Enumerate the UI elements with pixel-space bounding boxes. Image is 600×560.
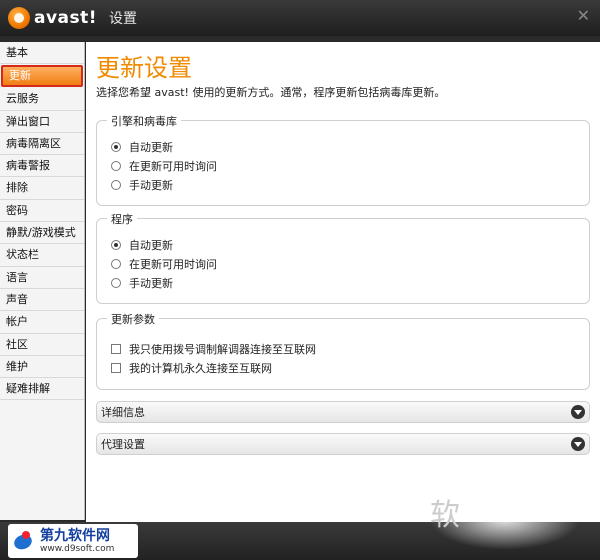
window-title: 设置 [109, 11, 138, 27]
sidebar-item-troubleshoot[interactable]: 疑难排解 [0, 378, 84, 401]
group-title: 更新参数 [107, 311, 159, 327]
option-label: 手动更新 [129, 179, 173, 192]
logo-text: avast! [34, 8, 98, 28]
watermark-text: 第九软件网 www.d9soft.com [40, 528, 114, 555]
sidebar-item-cloud[interactable]: 云服务 [0, 88, 84, 111]
sidebar: 基本 更新 云服务 弹出窗口 病毒隔离区 病毒警报 排除 密码 静默/游戏模式 … [0, 42, 85, 520]
option-label: 在更新可用时询问 [129, 160, 217, 173]
sidebar-item-silent-mode[interactable]: 静默/游戏模式 [0, 222, 84, 245]
chevron-down-icon [571, 405, 585, 419]
details-label: 详细信息 [101, 406, 145, 419]
avast-ball-icon [8, 7, 30, 29]
avast-logo: avast! [8, 7, 97, 29]
radio-icon [111, 161, 121, 171]
group-title: 程序 [107, 211, 137, 227]
watermark-overlay: 软 [430, 490, 580, 550]
program-ask-update-radio[interactable]: 在更新可用时询问 [111, 256, 217, 272]
close-icon[interactable]: ✕ [577, 6, 590, 25]
option-label: 我的计算机永久连接至互联网 [129, 362, 272, 375]
sidebar-item-alerts[interactable]: 病毒警报 [0, 155, 84, 178]
option-label: 在更新可用时询问 [129, 258, 217, 271]
sidebar-item-maintenance[interactable]: 维护 [0, 356, 84, 379]
title-bar: avast! 设置 ✕ [0, 0, 600, 36]
program-auto-update-radio[interactable]: 自动更新 [111, 237, 173, 253]
permanent-connection-checkbox[interactable]: 我的计算机永久连接至互联网 [111, 360, 272, 376]
engine-auto-update-radio[interactable]: 自动更新 [111, 139, 173, 155]
sidebar-item-sound[interactable]: 声音 [0, 289, 84, 312]
site-logo-icon [12, 529, 36, 553]
sidebar-item-password[interactable]: 密码 [0, 200, 84, 223]
sidebar-item-statusbar[interactable]: 状态栏 [0, 244, 84, 267]
radio-icon [111, 180, 121, 190]
radio-icon [111, 278, 121, 288]
page-description: 选择您希望 avast! 使用的更新方式。通常，程序更新包括病毒库更新。 [96, 86, 446, 99]
option-label: 自动更新 [129, 239, 173, 252]
sidebar-item-popups[interactable]: 弹出窗口 [0, 111, 84, 133]
site-watermark: 第九软件网 www.d9soft.com [8, 524, 138, 558]
radio-icon [111, 240, 121, 250]
program-update-group: 程序 自动更新 在更新可用时询问 手动更新 [96, 211, 590, 304]
dialup-checkbox[interactable]: 我只使用拨号调制解调器连接至互联网 [111, 341, 316, 357]
update-params-group: 更新参数 我只使用拨号调制解调器连接至互联网 我的计算机永久连接至互联网 [96, 311, 590, 390]
page-title: 更新设置 [96, 54, 192, 82]
engine-ask-update-radio[interactable]: 在更新可用时询问 [111, 158, 217, 174]
sidebar-item-update[interactable]: 更新 [1, 65, 83, 88]
chevron-down-icon [571, 437, 585, 451]
watermark-name: 第九软件网 [40, 527, 110, 544]
main-panel: 更新设置 选择您希望 avast! 使用的更新方式。通常，程序更新包括病毒库更新… [86, 42, 600, 522]
sidebar-item-quarantine[interactable]: 病毒隔离区 [0, 133, 84, 156]
sidebar-item-exclusions[interactable]: 排除 [0, 177, 84, 200]
radio-icon [111, 142, 121, 152]
sidebar-item-basic[interactable]: 基本 [0, 42, 84, 65]
engine-update-group: 引擎和病毒库 自动更新 在更新可用时询问 手动更新 [96, 113, 590, 206]
details-section[interactable]: 详细信息 [96, 401, 590, 423]
watermark-url: www.d9soft.com [40, 543, 115, 554]
engine-manual-update-radio[interactable]: 手动更新 [111, 177, 173, 193]
proxy-label: 代理设置 [101, 438, 145, 451]
option-label: 自动更新 [129, 141, 173, 154]
proxy-settings-section[interactable]: 代理设置 [96, 433, 590, 455]
checkbox-icon [111, 363, 121, 373]
option-label: 我只使用拨号调制解调器连接至互联网 [129, 343, 316, 356]
sidebar-item-language[interactable]: 语言 [0, 267, 84, 289]
checkbox-icon [111, 344, 121, 354]
group-title: 引擎和病毒库 [107, 113, 181, 129]
sidebar-item-community[interactable]: 社区 [0, 334, 84, 356]
radio-icon [111, 259, 121, 269]
option-label: 手动更新 [129, 277, 173, 290]
program-manual-update-radio[interactable]: 手动更新 [111, 275, 173, 291]
sidebar-item-account[interactable]: 帐户 [0, 311, 84, 334]
